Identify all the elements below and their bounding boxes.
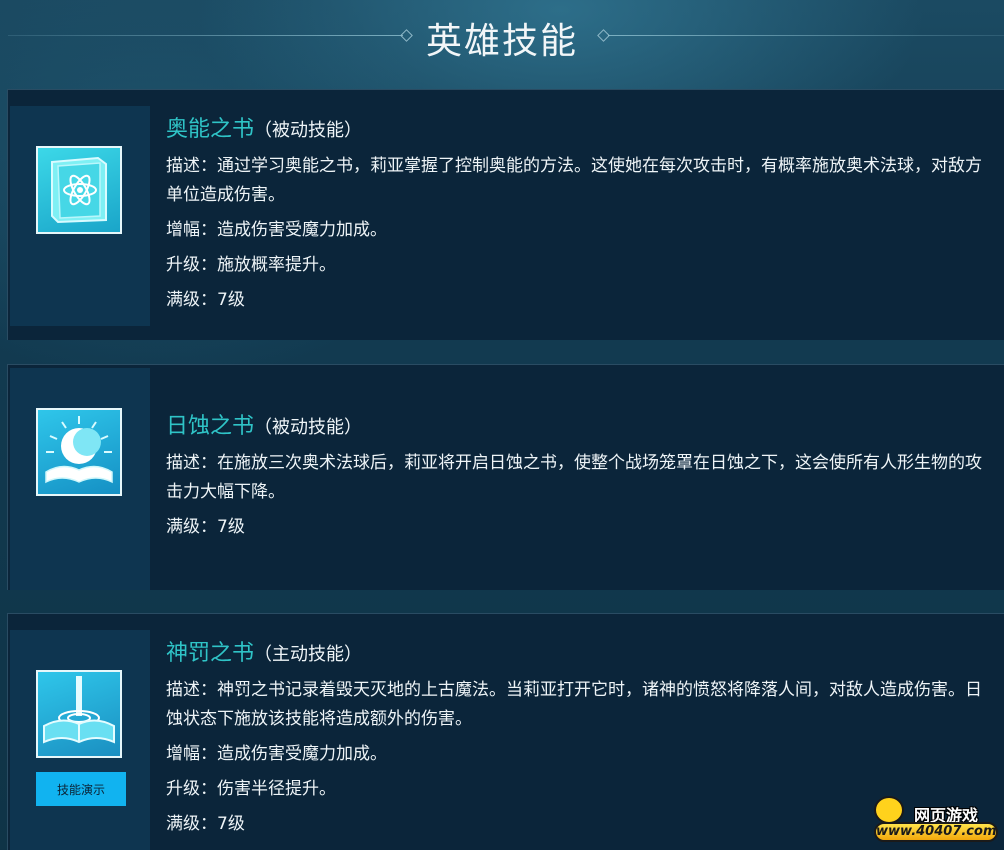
skill-type: （主动技能） (254, 644, 363, 665)
skill-card-2: 日蚀之书（被动技能） 描述：在施放三次奥术法球后，莉亚将开启日蚀之书，使整个战场… (7, 364, 1004, 590)
mascot-face-icon (874, 796, 904, 824)
skill-demo-button[interactable]: 技能演示 (36, 772, 126, 806)
watermark-url-text: www.40407.com (874, 822, 998, 842)
skill-icon-column (10, 368, 150, 590)
skill-icon-column (10, 106, 150, 326)
divine-punishment-book-icon[interactable] (36, 670, 122, 758)
skill-description: 描述：通过学习奥能之书，莉亚掌握了控制奥能的方法。这使她在每次攻击时，有概率施放… (166, 156, 982, 205)
skill-max-level: 满级：7级 (166, 517, 245, 537)
arcane-book-icon[interactable] (36, 146, 122, 234)
skill-card-1: 奥能之书（被动技能） 描述：通过学习奥能之书，莉亚掌握了控制奥能的方法。这使她在… (7, 89, 1004, 340)
skill-type: （被动技能） (254, 417, 363, 438)
skill-name: 奥能之书 (166, 117, 255, 142)
skill-description: 描述：在施放三次奥术法球后，莉亚将开启日蚀之书，使整个战场笼罩在日蚀之下，这会使… (166, 453, 982, 502)
section-header: 英雄技能 (0, 0, 1004, 76)
skill-description: 描述：神罚之书记录着毁天灭地的上古魔法。当莉亚打开它时，诸神的愤怒将降落人间，对… (166, 680, 982, 729)
site-watermark-logo: 网页游戏 www.40407.com (868, 796, 998, 844)
eclipse-book-icon[interactable] (36, 408, 122, 496)
skill-type: （被动技能） (254, 120, 363, 141)
skill-max-level: 满级：7级 (166, 290, 245, 310)
skill-name: 神罚之书 (166, 641, 255, 666)
page-title: 英雄技能 (425, 21, 578, 62)
skill-card-3: 技能演示 神罚之书（主动技能） 描述：神罚之书记录着毁天灭地的上古魔法。当莉亚打… (7, 613, 1004, 850)
skill-content: 奥能之书（被动技能） 描述：通过学习奥能之书，莉亚掌握了控制奥能的方法。这使她在… (166, 112, 996, 315)
skill-name: 日蚀之书 (166, 414, 255, 439)
skill-content: 日蚀之书（被动技能） 描述：在施放三次奥术法球后，莉亚将开启日蚀之书，使整个战场… (166, 409, 996, 542)
skill-icon-column: 技能演示 (10, 630, 150, 850)
skill-boost: 增幅：造成伤害受魔力加成。 (166, 220, 387, 240)
header-divider-right (608, 35, 1004, 36)
skill-upgrade: 升级：施放概率提升。 (166, 255, 336, 275)
skill-boost: 增幅：造成伤害受魔力加成。 (166, 744, 387, 764)
